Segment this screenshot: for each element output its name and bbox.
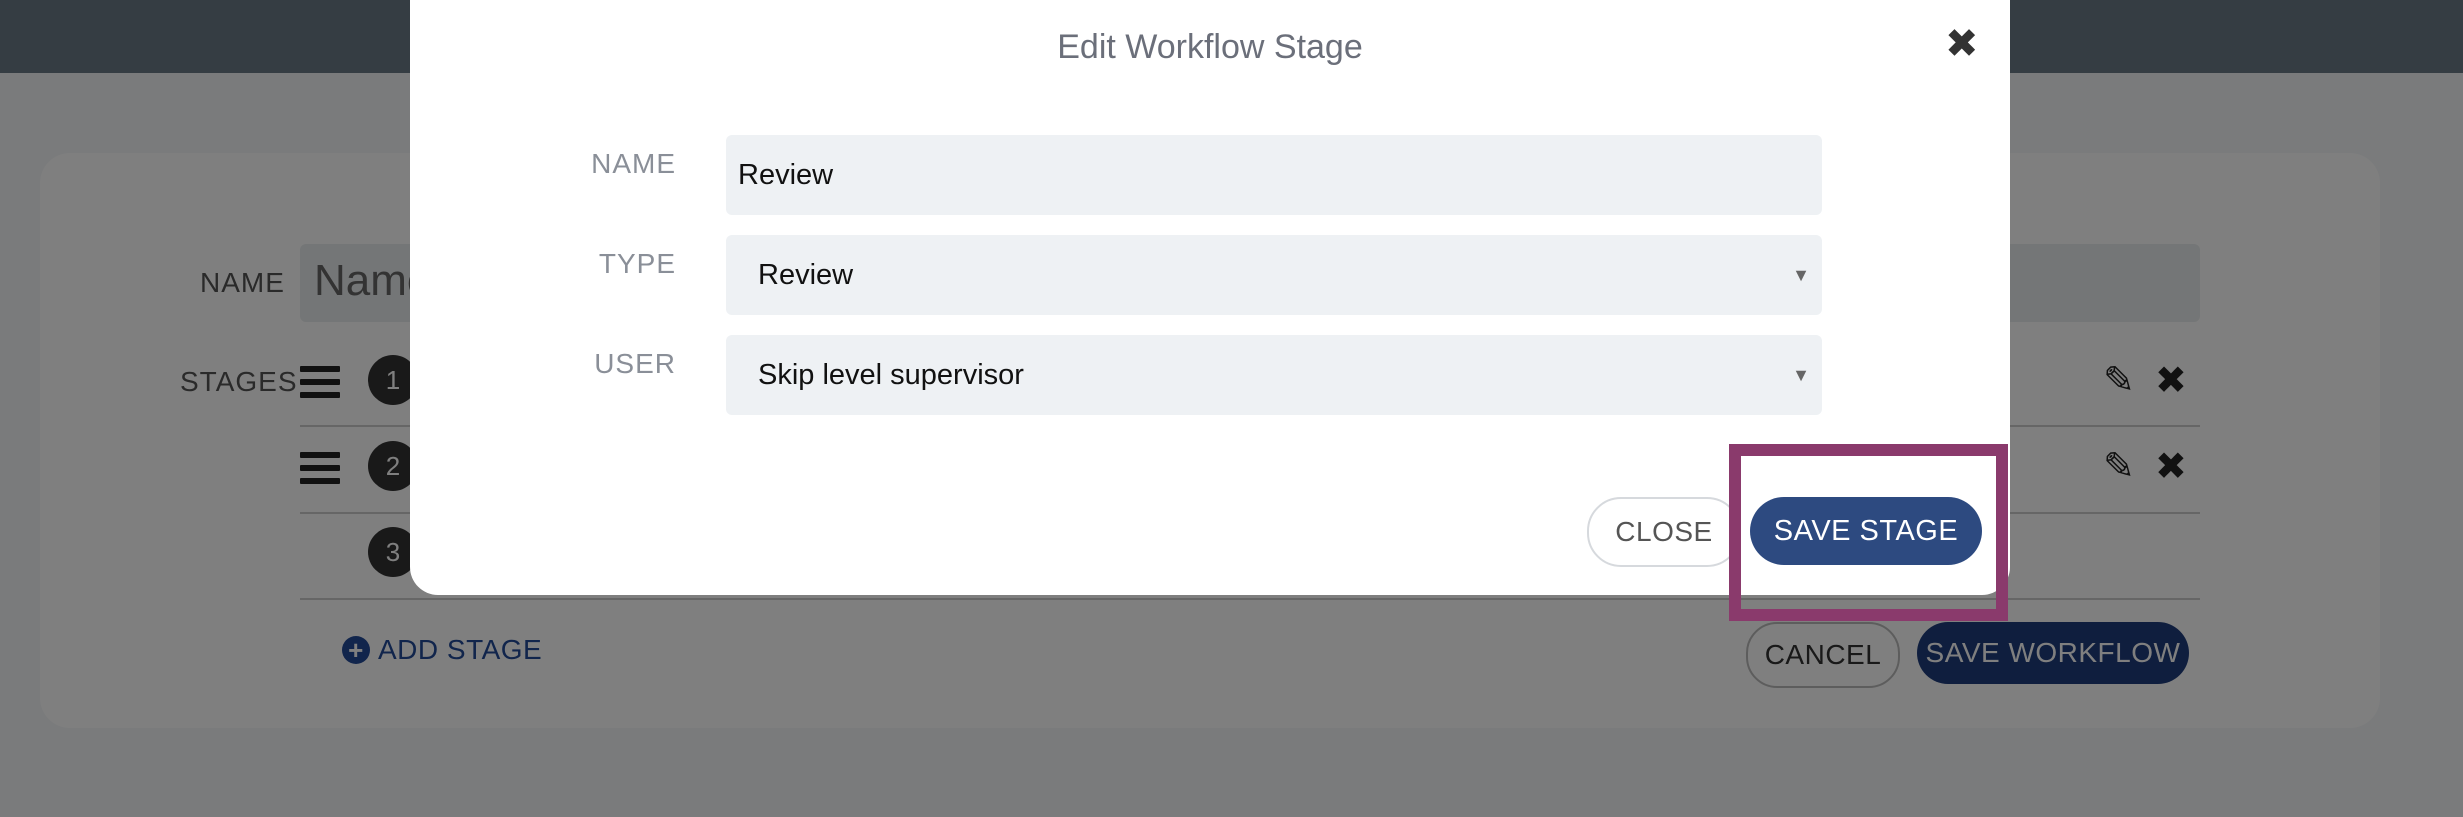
stage-user-value: Skip level supervisor — [758, 359, 1024, 391]
close-icon[interactable]: ✖ — [1945, 24, 1979, 64]
stage-user-label: USER — [594, 348, 676, 379]
close-button[interactable]: CLOSE — [1587, 497, 1741, 567]
stage-type-select[interactable]: Review ▼ — [726, 235, 1822, 315]
stage-name-value: Review — [738, 159, 834, 191]
stage-user-select[interactable]: Skip level supervisor ▼ — [726, 335, 1822, 415]
highlight-box — [1729, 444, 2008, 621]
stage-name-input[interactable]: Review — [726, 135, 1822, 215]
stage-name-label: NAME — [591, 148, 676, 179]
stage-type-value: Review — [758, 259, 854, 291]
stage-type-label: TYPE — [598, 248, 676, 279]
chevron-down-icon: ▼ — [1792, 365, 1810, 385]
modal-title: Edit Workflow Stage — [1057, 28, 1363, 66]
chevron-down-icon: ▼ — [1792, 265, 1810, 285]
